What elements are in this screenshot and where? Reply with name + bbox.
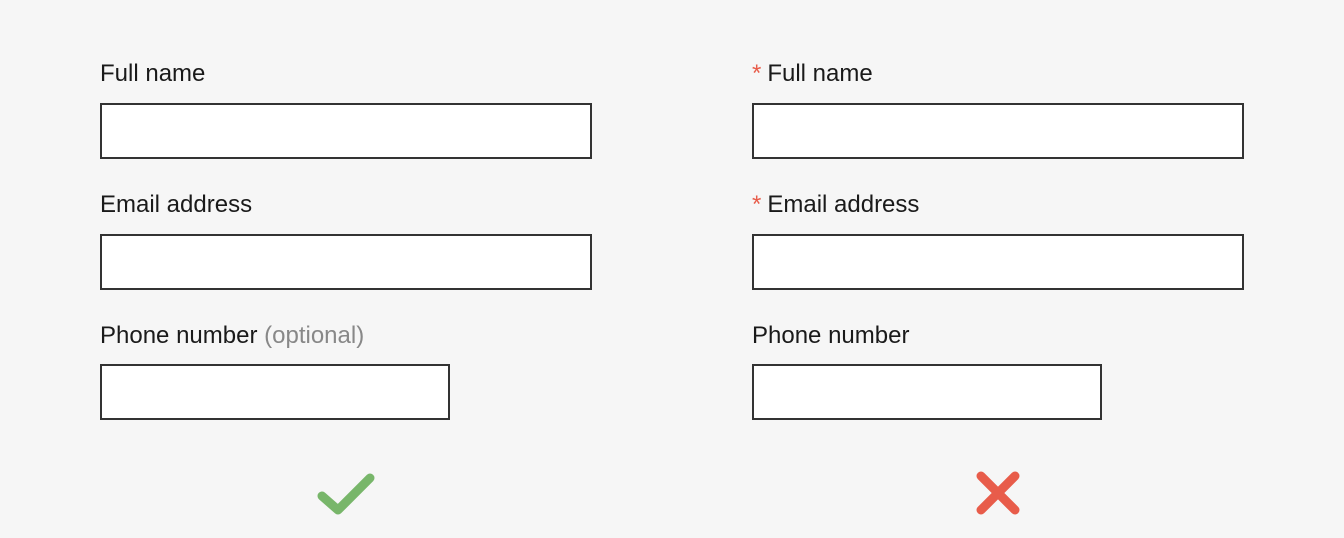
email-input[interactable] bbox=[752, 234, 1244, 290]
label-text: Phone number bbox=[752, 322, 909, 349]
field-group-email: *Email address bbox=[752, 191, 1244, 290]
full-name-label: Full name bbox=[100, 60, 592, 89]
field-group-full-name: *Full name bbox=[752, 60, 1244, 159]
email-input[interactable] bbox=[100, 234, 592, 290]
phone-input[interactable] bbox=[100, 364, 450, 420]
email-label: *Email address bbox=[752, 191, 1244, 220]
label-text: Full name bbox=[767, 60, 872, 87]
required-asterisk-icon: * bbox=[752, 191, 761, 218]
full-name-input[interactable] bbox=[100, 103, 592, 159]
full-name-input[interactable] bbox=[752, 103, 1244, 159]
label-text: Full name bbox=[100, 60, 205, 87]
phone-input[interactable] bbox=[752, 364, 1102, 420]
form-good-example: Full name Email address Phone number (op… bbox=[100, 60, 592, 523]
verdict-good bbox=[100, 468, 592, 523]
verdict-bad bbox=[752, 468, 1244, 523]
optional-hint: (optional) bbox=[264, 322, 364, 349]
required-asterisk-icon: * bbox=[752, 60, 761, 87]
label-text: Phone number bbox=[100, 322, 257, 349]
label-text: Email address bbox=[767, 191, 919, 218]
phone-label: Phone number (optional) bbox=[100, 322, 592, 351]
email-label: Email address bbox=[100, 191, 592, 220]
field-group-phone: Phone number bbox=[752, 322, 1244, 421]
field-group-full-name: Full name bbox=[100, 60, 592, 159]
checkmark-icon bbox=[316, 468, 376, 523]
field-group-phone: Phone number (optional) bbox=[100, 322, 592, 421]
full-name-label: *Full name bbox=[752, 60, 1244, 89]
form-bad-example: *Full name *Email address Phone number bbox=[752, 60, 1244, 523]
field-group-email: Email address bbox=[100, 191, 592, 290]
cross-icon bbox=[973, 468, 1023, 523]
phone-label: Phone number bbox=[752, 322, 1244, 351]
label-text: Email address bbox=[100, 191, 252, 218]
